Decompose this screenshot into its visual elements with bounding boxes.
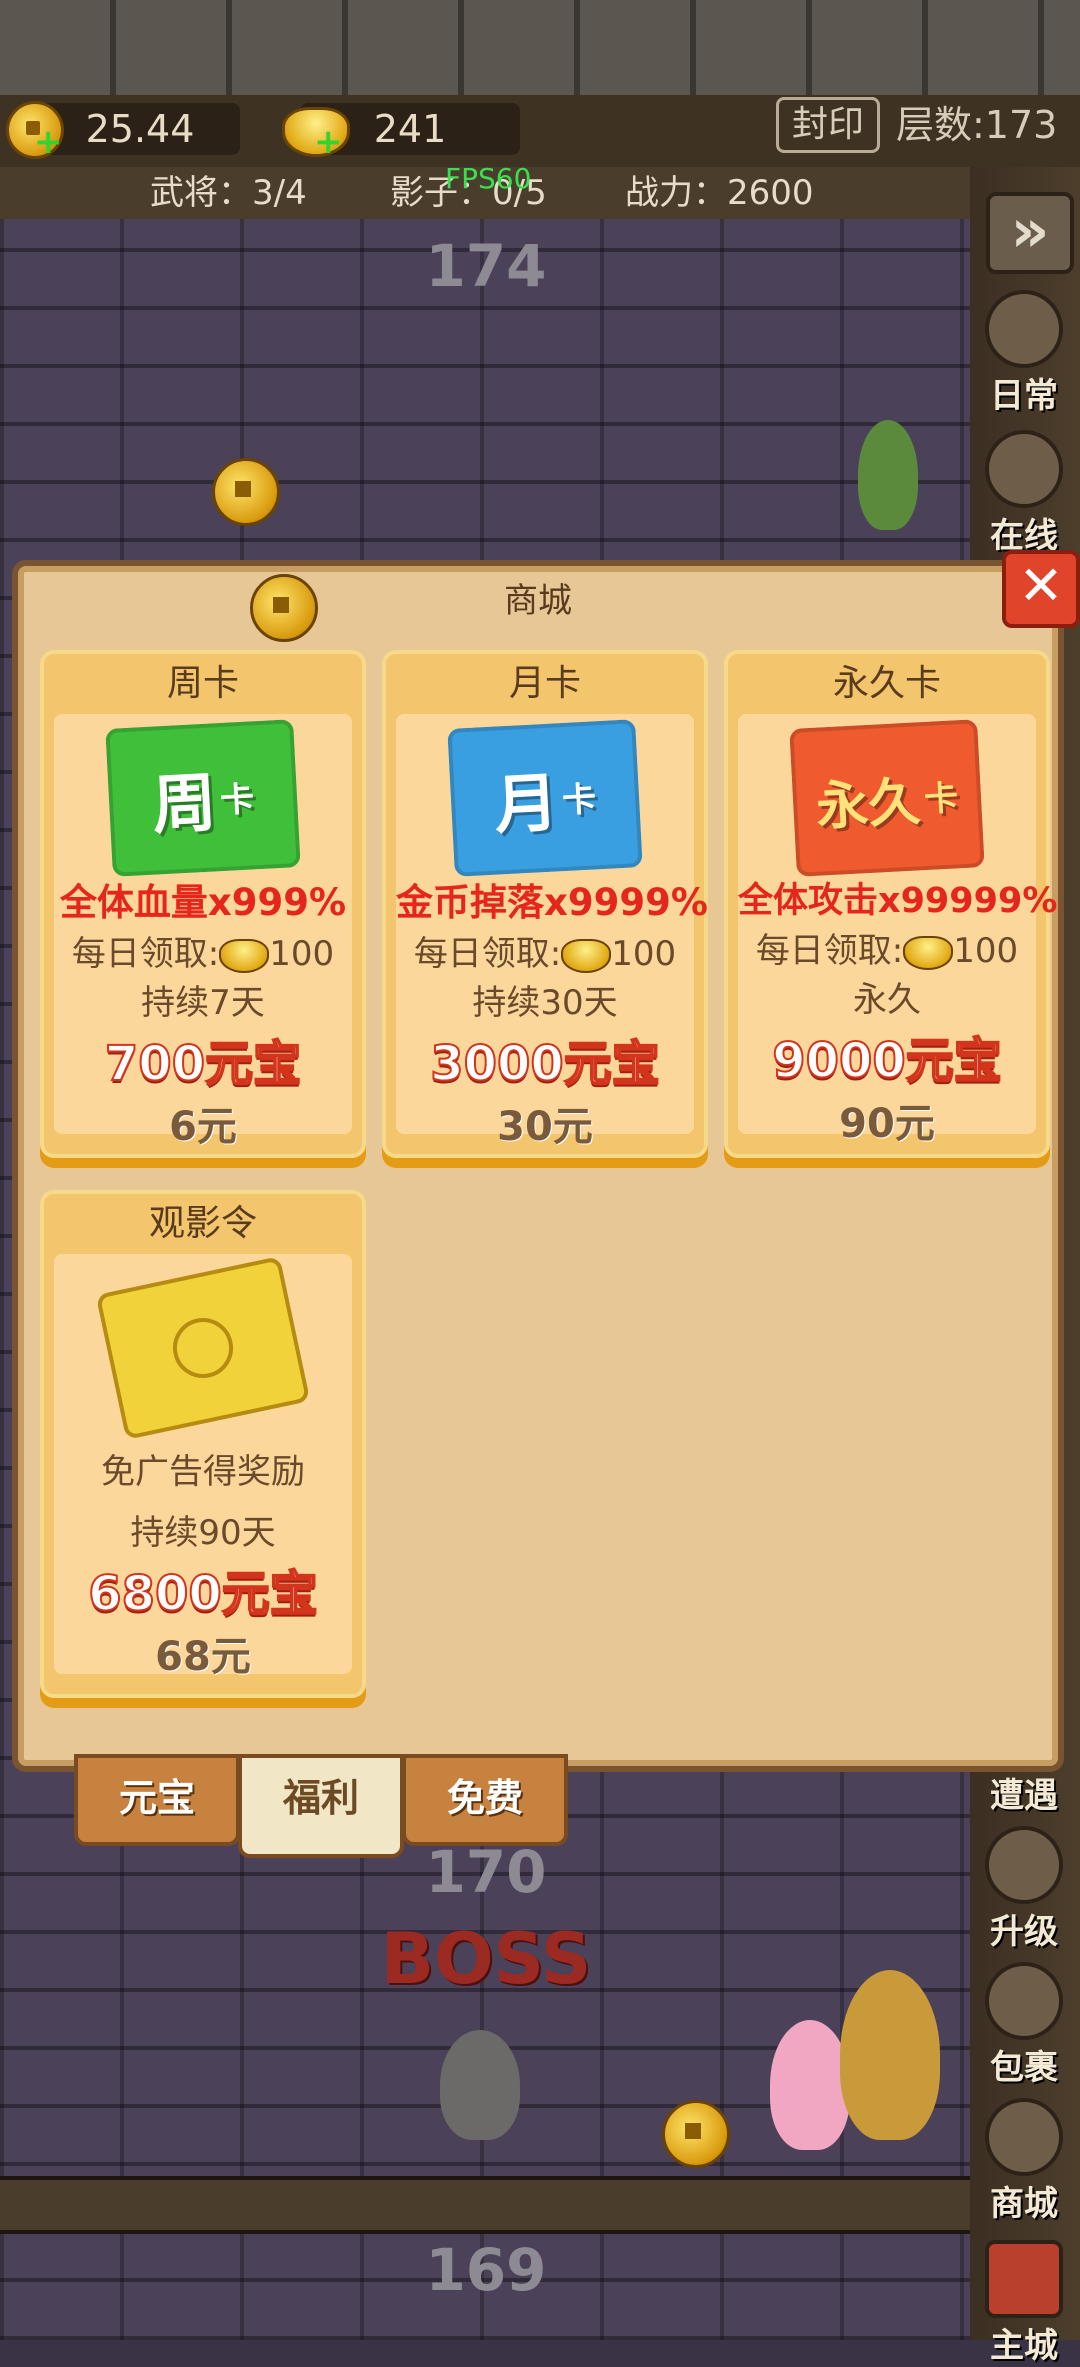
rmb-price: 6元 xyxy=(169,1104,237,1150)
combat-power: 战力：2600 xyxy=(625,173,814,213)
floor-count: 层数:173 xyxy=(896,103,1058,147)
rmb-price: 90元 xyxy=(839,1101,935,1147)
card-body: 免广告得奖励 持续90天 6800元宝 68元 xyxy=(54,1254,352,1680)
card-title: 月卡 xyxy=(508,663,581,704)
clapperboard-icon xyxy=(95,1256,311,1440)
month-card-icon: 月卡 xyxy=(447,719,643,877)
boss-label: BOSS xyxy=(380,1918,592,2000)
hero-upgrade-icon xyxy=(985,1826,1063,1904)
sidebar-item-label: 包裹 xyxy=(990,2048,1058,2088)
shop-icon xyxy=(985,2098,1063,2176)
card-title: 观影令 xyxy=(148,1203,257,1244)
permanent-card[interactable]: 永久卡 永久卡 全体攻击x99999% 每日领取: 100 永久 9000元宝 9… xyxy=(724,650,1058,1158)
floor-divider xyxy=(0,2176,970,2234)
card-benefit: 免广告得奖励 xyxy=(101,1452,305,1492)
bag-icon xyxy=(985,1962,1063,2040)
card-body: 永久卡 全体攻击x99999% 每日领取: 100 永久 9000元宝 90元 xyxy=(738,714,1058,1147)
add-coin-icon[interactable]: + xyxy=(34,125,63,159)
card-title: 永久卡 xyxy=(832,663,941,704)
floor-number-bottom: 169 xyxy=(425,2236,547,2304)
sidebar-item-label: 日常 xyxy=(990,376,1058,416)
card-benefit: 全体血量x999% xyxy=(59,881,347,924)
sidebar-item-label: 商城 xyxy=(990,2184,1058,2224)
scroll-icon xyxy=(985,290,1063,368)
ingot-icon xyxy=(561,938,612,973)
card-body: 月卡 金币掉落x9999% 每日领取: 100 持续30天 3000元宝 30元 xyxy=(396,714,708,1150)
sidebar-item-upgrade[interactable]: 升级 xyxy=(976,1826,1072,1953)
enemy-soldier xyxy=(858,420,918,530)
dialog-title: 商城 xyxy=(504,581,572,621)
tab-ingot[interactable]: 元宝 xyxy=(74,1754,240,1846)
add-ingot-icon[interactable]: + xyxy=(314,125,343,159)
week-card-icon: 周卡 xyxy=(105,719,301,877)
loot-coin-icon[interactable] xyxy=(662,2100,730,2168)
daily-reward: 每日领取: 100 xyxy=(71,934,335,974)
stats-bar: 武将：3/4 影子：0/5 战力：2600 FPS60 xyxy=(0,162,970,219)
sidebar-item-daily[interactable]: 日常 xyxy=(976,290,1072,417)
ingot-icon xyxy=(219,938,270,973)
gold-price: 9000元宝 xyxy=(771,1032,1003,1090)
top-wall xyxy=(0,0,1080,101)
tab-free[interactable]: 免费 xyxy=(402,1754,568,1846)
floor-coin-icon[interactable] xyxy=(212,458,280,526)
sidebar-item-bag[interactable]: 包裹 xyxy=(976,1962,1072,2089)
ally-hero xyxy=(770,2020,850,2150)
card-benefit: 全体攻击x99999% xyxy=(738,881,1058,921)
card-benefit: 金币掉落x9999% xyxy=(396,881,708,924)
sidebar-item-main-city[interactable]: 主城 xyxy=(976,2240,1072,2367)
coin-amount: 25.44 xyxy=(40,103,240,155)
fast-forward-button[interactable]: » xyxy=(986,192,1074,274)
player-hero xyxy=(440,2030,520,2140)
card-title: 周卡 xyxy=(166,663,239,704)
boss-enemy xyxy=(840,1970,940,2140)
month-card[interactable]: 月卡 月卡 金币掉落x9999% 每日领取: 100 持续30天 3000元宝 3… xyxy=(382,650,708,1158)
generals-count: 武将：3/4 xyxy=(150,173,307,213)
sidebar-item-label: 遭遇 xyxy=(990,1776,1058,1816)
card-duration: 持续90天 xyxy=(130,1513,276,1553)
gold-price: 6800元宝 xyxy=(87,1565,319,1623)
rmb-price: 30元 xyxy=(497,1104,593,1150)
permanent-card-icon: 永久卡 xyxy=(789,719,985,877)
ingot-icon xyxy=(903,935,954,970)
fps-counter: FPS60 xyxy=(445,162,532,195)
card-duration: 持续7天 xyxy=(141,983,265,1023)
seal-button[interactable]: 封印 xyxy=(776,97,880,153)
sidebar-item-online[interactable]: 在线 xyxy=(976,430,1072,557)
sidebar-item-label: 主城 xyxy=(990,2326,1058,2366)
castle-icon xyxy=(985,2240,1063,2318)
sidebar-item-shop[interactable]: 商城 xyxy=(976,2098,1072,2225)
coin-decoration-icon xyxy=(250,574,318,642)
resource-bar: 25.44 + 241 + 封印 层数:173 xyxy=(0,95,1080,171)
clock-icon xyxy=(985,430,1063,508)
gold-price: 3000元宝 xyxy=(429,1035,661,1093)
week-card[interactable]: 周卡 周卡 全体血量x999% 每日领取: 100 持续7天 700元宝 6元 xyxy=(40,650,366,1158)
rmb-price: 68元 xyxy=(155,1634,251,1680)
daily-reward: 每日领取: 100 xyxy=(413,934,677,974)
shop-dialog: 商城 周卡 周卡 全体血量x999% 每日领取: 100 持续7天 700元宝 6… xyxy=(12,560,1064,1772)
card-duration: 持续30天 xyxy=(472,983,618,1023)
card-duration: 永久 xyxy=(853,980,921,1020)
gold-price: 700元宝 xyxy=(104,1035,302,1093)
ad-free-card[interactable]: 观影令 免广告得奖励 持续90天 6800元宝 68元 xyxy=(40,1190,366,1698)
sidebar-item-encounter[interactable]: 遭遇 xyxy=(976,1768,1072,1817)
close-button[interactable]: ✕ xyxy=(1002,550,1080,628)
daily-reward: 每日领取: 100 xyxy=(755,931,1019,971)
sidebar-item-label: 升级 xyxy=(990,1912,1058,1952)
floor-number-top: 174 xyxy=(425,232,547,300)
tab-welfare[interactable]: 福利 xyxy=(238,1754,404,1858)
card-body: 周卡 全体血量x999% 每日领取: 100 持续7天 700元宝 6元 xyxy=(54,714,352,1150)
